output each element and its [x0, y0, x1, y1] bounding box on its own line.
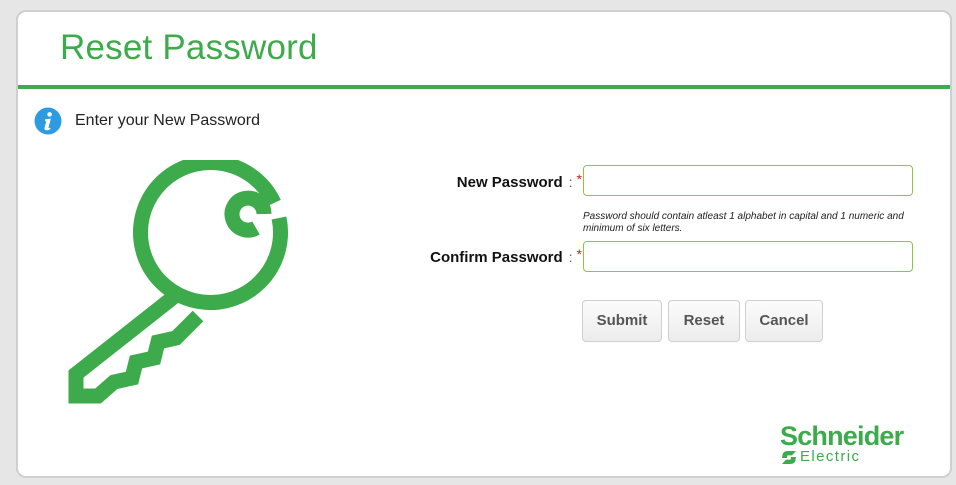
- info-icon: [34, 107, 62, 135]
- password-hint: Password should contain atleast 1 alphab…: [583, 211, 904, 234]
- key-icon: [68, 160, 289, 404]
- submit-button[interactable]: Submit: [582, 300, 662, 342]
- schneider-logo-icon: [782, 451, 796, 464]
- new-password-label: New Password: [456, 173, 563, 191]
- new-password-input[interactable]: [583, 165, 913, 196]
- schneider-electric-logo: Schneider Electric: [780, 422, 920, 468]
- info-message: Enter your New Password: [34, 106, 260, 136]
- confirm-password-input[interactable]: [583, 241, 913, 272]
- info-text: Enter your New Password: [75, 112, 260, 129]
- required-marker: *: [576, 171, 582, 187]
- required-marker: *: [576, 246, 582, 262]
- title-bar: Reset Password: [18, 12, 950, 86]
- title-divider: [18, 85, 950, 89]
- brand-name: Schneider: [780, 421, 904, 451]
- confirm-password-label: Confirm Password: [430, 248, 563, 266]
- new-password-row: New Password : *: [398, 170, 582, 194]
- confirm-password-row: Confirm Password : *: [378, 245, 582, 269]
- page-title: Reset Password: [60, 28, 318, 67]
- reset-password-panel: Reset Password Enter your New Password N…: [16, 10, 952, 478]
- cancel-button[interactable]: Cancel: [745, 300, 823, 342]
- brand-subname: Electric: [800, 448, 861, 465]
- label-separator: :: [568, 249, 573, 265]
- label-separator: :: [568, 174, 573, 190]
- reset-button[interactable]: Reset: [668, 300, 740, 342]
